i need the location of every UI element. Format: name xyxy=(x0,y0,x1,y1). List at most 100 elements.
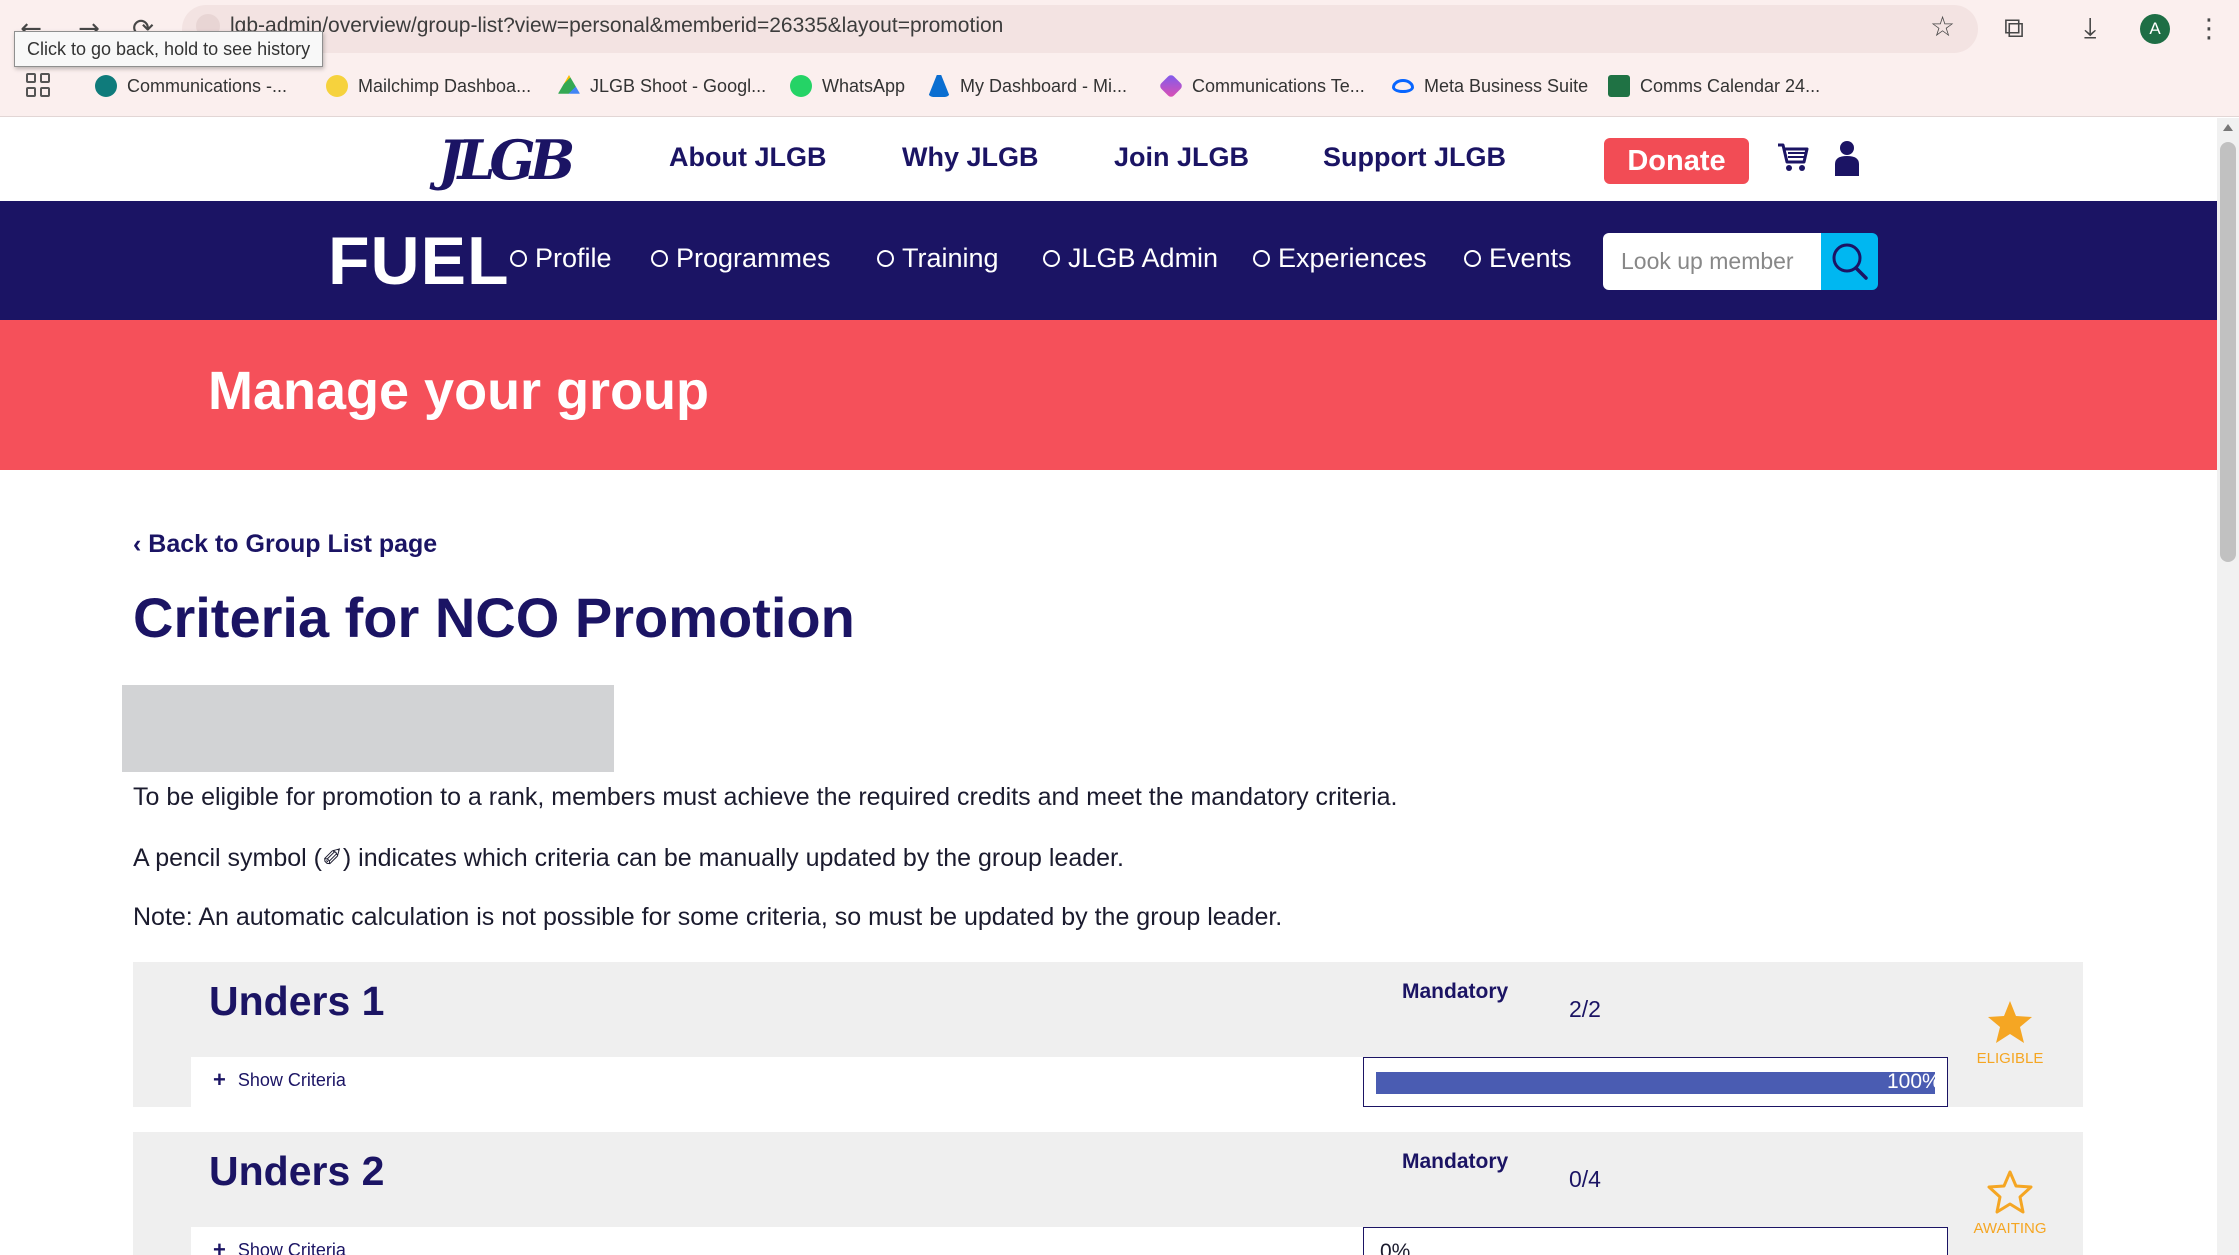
bookmark-communications[interactable]: Communications -... xyxy=(95,72,287,100)
page-scrollbar[interactable] xyxy=(2217,118,2239,1255)
fuel-logo[interactable]: FUEL xyxy=(328,223,510,299)
show-criteria-label: Show Criteria xyxy=(237,1239,346,1255)
site-header: JLGB About JLGB Why JLGB Join JLGB Suppo… xyxy=(0,118,2217,201)
fuel-menu-label: Programmes xyxy=(676,243,831,273)
menu-kebab-icon[interactable]: ⋮ xyxy=(2196,10,2222,46)
fuel-nav-bar: FUEL Profile Programmes Training JLGB Ad… xyxy=(0,201,2217,320)
plus-icon: + xyxy=(213,1237,226,1255)
apps-grid-icon[interactable] xyxy=(26,73,50,97)
progress-bar: 0% xyxy=(1363,1227,1948,1255)
eligible-star-icon xyxy=(1988,1001,2032,1043)
status-label: ELIGIBLE xyxy=(1976,1050,2044,1067)
show-criteria-toggle[interactable]: + Show Criteria xyxy=(213,1239,346,1255)
bookmark-label: Comms Calendar 24... xyxy=(1640,75,1821,96)
back-to-group-list-link[interactable]: ‹ Back to Group List page xyxy=(133,530,437,559)
fuel-menu-jlgb-admin[interactable]: JLGB Admin xyxy=(1043,243,1218,274)
bookmark-comms-calendar[interactable]: Comms Calendar 24... xyxy=(1608,72,1820,100)
rank-card-unders-2: Unders 2 Mandatory 0/4 + Show Criteria 0… xyxy=(133,1132,2083,1255)
fuel-menu-experiences[interactable]: Experiences xyxy=(1253,243,1427,274)
mandatory-count: 0/4 xyxy=(1569,1166,1601,1192)
fuel-menu-label: Events xyxy=(1489,243,1572,273)
progress-label: 100% xyxy=(1887,1070,1941,1093)
bookmark-label: Mailchimp Dashboa... xyxy=(358,75,532,96)
rank-name: Unders 2 xyxy=(209,1148,385,1194)
user-account-icon[interactable] xyxy=(1834,140,1860,176)
image-placeholder xyxy=(122,685,614,772)
nav-about-jlgb[interactable]: About JLGB xyxy=(669,142,826,173)
circle-icon xyxy=(1253,250,1270,267)
azure-icon xyxy=(928,75,950,97)
bookmark-whatsapp[interactable]: WhatsApp xyxy=(790,72,905,100)
plus-icon: + xyxy=(213,1067,226,1092)
scroll-thumb[interactable] xyxy=(2220,142,2236,562)
bookmark-mailchimp[interactable]: Mailchimp Dashboa... xyxy=(326,72,531,100)
donate-button[interactable]: Donate xyxy=(1604,138,1749,184)
member-search-button[interactable] xyxy=(1821,233,1878,290)
cart-icon[interactable] xyxy=(1776,140,1810,174)
extensions-icon[interactable]: ⧉ xyxy=(2004,12,2024,44)
circle-icon xyxy=(510,250,527,267)
mandatory-label: Mandatory xyxy=(1402,980,1509,1003)
circle-icon xyxy=(1043,250,1060,267)
nav-support-jlgb[interactable]: Support JLGB xyxy=(1323,142,1506,173)
bookmarks-bar: Communications -... Mailchimp Dashboa...… xyxy=(0,64,2239,108)
nav-why-jlgb[interactable]: Why JLGB xyxy=(902,142,1039,173)
fuel-menu-events[interactable]: Events xyxy=(1464,243,1572,274)
status-label: AWAITING xyxy=(1973,1220,2047,1237)
progress-label: 0% xyxy=(1380,1240,1411,1255)
intro-paragraph-1: To be eligible for promotion to a rank, … xyxy=(133,783,1398,811)
bookmark-label: Communications Te... xyxy=(1192,75,1365,96)
fuel-menu-label: Profile xyxy=(535,243,612,273)
bookmark-my-dashboard[interactable]: My Dashboard - Mi... xyxy=(928,72,1127,100)
sharepoint-icon xyxy=(95,75,117,97)
intro-paragraph-2: A pencil symbol (✐) indicates which crit… xyxy=(133,844,1124,872)
bookmark-meta-business[interactable]: Meta Business Suite xyxy=(1392,72,1588,100)
progress-bar: 100% xyxy=(1363,1057,1948,1107)
page-title: Criteria for NCO Promotion xyxy=(133,586,855,649)
excel-icon xyxy=(1608,75,1630,97)
bookmark-label: JLGB Shoot - Googl... xyxy=(590,75,767,96)
url-text[interactable]: lgb-admin/overview/group-list?view=perso… xyxy=(230,14,1003,38)
fuel-menu-label: Experiences xyxy=(1278,243,1427,273)
page-banner: Manage your group xyxy=(0,320,2217,470)
fuel-menu-training[interactable]: Training xyxy=(877,243,999,274)
address-bar-row: ← → ⟳ lgb-admin/overview/group-list?view… xyxy=(0,0,2239,58)
bookmark-jlgb-shoot[interactable]: JLGB Shoot - Googl... xyxy=(558,72,766,100)
fuel-menu-profile[interactable]: Profile xyxy=(510,243,612,274)
circle-icon xyxy=(877,250,894,267)
whatsapp-icon xyxy=(790,75,812,97)
back-button-tooltip: Click to go back, hold to see history xyxy=(14,31,324,67)
circle-icon xyxy=(1464,250,1481,267)
bookmark-label: Communications -... xyxy=(127,75,288,96)
show-criteria-label: Show Criteria xyxy=(237,1069,346,1090)
rank-name: Unders 1 xyxy=(209,978,385,1024)
bookmark-label: My Dashboard - Mi... xyxy=(960,75,1128,96)
loop-icon xyxy=(1158,73,1184,99)
fuel-menu-label: Training xyxy=(902,243,999,273)
bookmark-label: Meta Business Suite xyxy=(1424,75,1589,96)
google-drive-icon xyxy=(558,75,580,94)
progress-fill xyxy=(1376,1072,1935,1094)
rank-card-unders-1: Unders 1 Mandatory 2/2 + Show Criteria 1… xyxy=(133,962,2083,1107)
fuel-menu-label: JLGB Admin xyxy=(1068,243,1219,273)
nav-join-jlgb[interactable]: Join JLGB xyxy=(1114,142,1249,173)
circle-icon xyxy=(651,250,668,267)
jlgb-logo[interactable]: JLGB xyxy=(438,128,575,192)
profile-avatar[interactable]: A xyxy=(2140,14,2170,44)
mailchimp-icon xyxy=(326,75,348,97)
bookmark-star-icon[interactable]: ☆ xyxy=(1930,12,1955,42)
meta-icon xyxy=(1392,79,1414,93)
show-criteria-toggle[interactable]: + Show Criteria xyxy=(213,1069,346,1091)
fuel-menu-programmes[interactable]: Programmes xyxy=(651,243,831,274)
banner-title: Manage your group xyxy=(208,361,710,421)
awaiting-star-outline-icon xyxy=(1987,1170,2033,1214)
bookmark-communications-team[interactable]: Communications Te... xyxy=(1158,72,1365,100)
download-icon[interactable]: ⤓ xyxy=(2084,12,2096,44)
intro-paragraph-3: Note: An automatic calculation is not po… xyxy=(133,903,1283,931)
scroll-up-arrow-icon[interactable] xyxy=(2223,124,2233,131)
mandatory-label: Mandatory xyxy=(1402,1150,1509,1173)
search-icon xyxy=(1832,243,1868,280)
member-lookup-input[interactable]: Look up member xyxy=(1603,233,1821,290)
mandatory-count: 2/2 xyxy=(1569,996,1601,1022)
bookmark-label: WhatsApp xyxy=(822,75,906,96)
